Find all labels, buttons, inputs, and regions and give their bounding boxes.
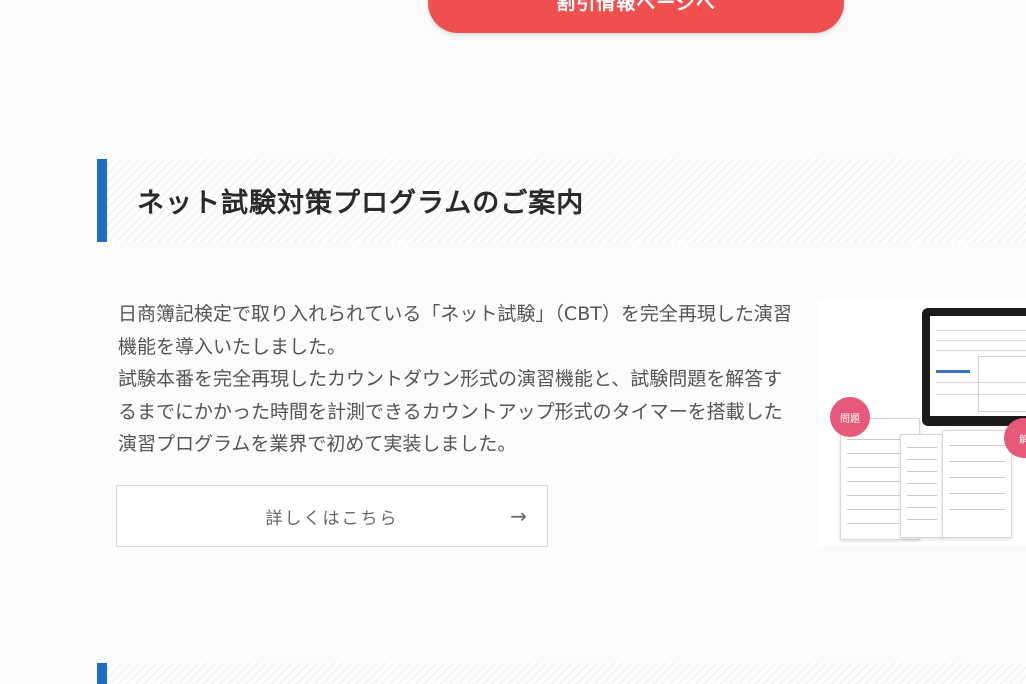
- problem-badge: 問題: [830, 397, 870, 437]
- next-section-heading: [97, 663, 1026, 684]
- monitor-illustration: [922, 308, 1026, 426]
- page: 割引情報ページへ ネット試験対策プログラムのご案内 日商簿記検定で取り入れられて…: [0, 0, 1026, 684]
- answer-sheet: [900, 434, 944, 538]
- program-section-heading: ネット試験対策プログラムのご案内: [97, 159, 1026, 242]
- intro-paragraph-1: 日商簿記検定で取り入れられている「ネット試験」（CBT）を完全再現した演習機能を…: [118, 303, 792, 358]
- answer-table-sheet: [942, 430, 1012, 538]
- arrow-right-icon: →: [510, 504, 529, 528]
- details-button[interactable]: 詳しくはこちら →: [116, 485, 548, 547]
- program-section-title: ネット試験対策プログラムのご案内: [137, 188, 585, 219]
- program-intro-text: 日商簿記検定で取り入れられている「ネット試験」（CBT）を完全再現した演習機能を…: [118, 298, 798, 461]
- intro-paragraph-2: 試験本番を完全再現したカウントダウン形式の演習機能と、試験問題を解答するまでにか…: [118, 368, 783, 455]
- cbt-program-screenshot: 問題 解: [818, 300, 1026, 546]
- discount-info-button[interactable]: 割引情報ページへ: [428, 0, 844, 33]
- details-button-label: 詳しくはこちら: [265, 508, 399, 529]
